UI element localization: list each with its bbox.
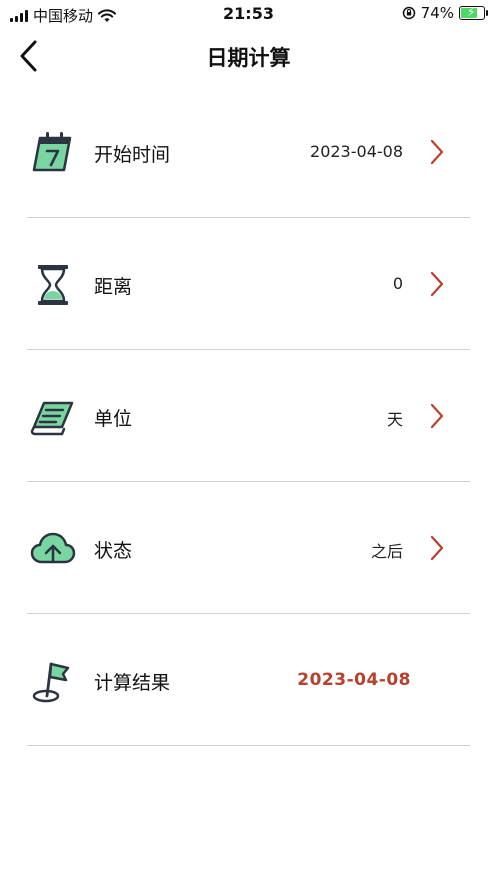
flag-icon [32,662,70,703]
divider [27,745,470,746]
battery-icon: ⚡ [459,5,488,20]
row-label: 开始时间 [94,144,171,166]
row-start-time[interactable]: 开始时间 2023-04-08 [0,86,497,218]
calendar-icon [32,132,72,172]
row-label: 距离 [94,276,133,298]
chevron-right-icon [430,403,444,429]
row-result: 计算结果 2023-04-08 [0,614,497,746]
page-title: 日期计算 [206,46,291,70]
row-label: 状态 [94,540,133,562]
row-distance[interactable]: 距离 0 [0,218,497,350]
status-right: 74% ⚡ [402,4,488,22]
hourglass-icon [38,265,68,305]
book-icon [30,401,74,436]
row-value: 之后 [370,542,403,561]
nav-bar: 日期计算 [0,30,497,82]
row-unit[interactable]: 单位 天 [0,350,497,482]
orientation-lock-icon [402,6,415,20]
chevron-right-icon [430,271,444,297]
settings-list: 开始时间 2023-04-08 距离 0 单位 天 状态 之后 计算结果 202… [0,86,497,746]
row-value: 天 [386,410,403,429]
result-value: 2023-04-08 [297,670,411,690]
row-label: 计算结果 [94,672,171,694]
chevron-right-icon [430,139,444,165]
row-value: 0 [392,274,403,293]
row-status[interactable]: 状态 之后 [0,482,497,614]
status-bar: 中国移动 21:53 74% ⚡ [0,0,497,30]
row-value: 2023-04-08 [310,142,403,161]
chevron-right-icon [430,535,444,561]
battery-percent: 74% [420,4,454,22]
row-label: 单位 [94,408,133,430]
cloud-upload-icon [30,532,76,564]
